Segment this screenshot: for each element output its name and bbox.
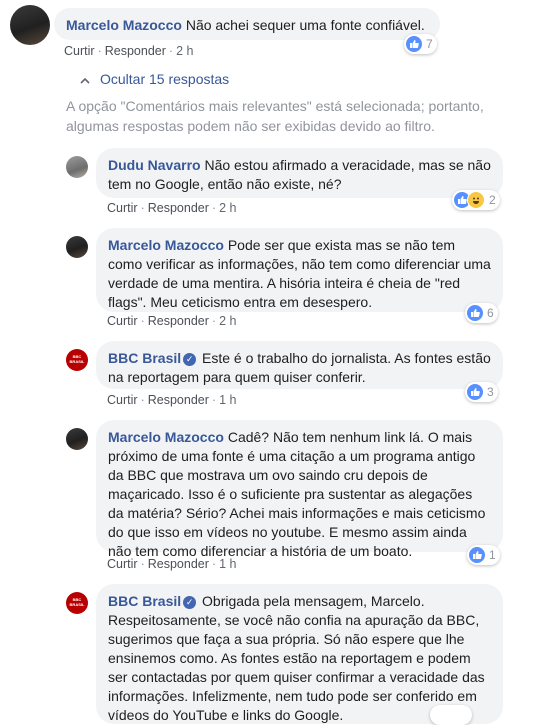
avatar[interactable]: BBC BRASIL xyxy=(66,592,88,614)
verified-badge-icon: ✓ xyxy=(183,596,197,609)
reaction-count[interactable]: 1 xyxy=(467,545,500,565)
reply-bubble: BBC Brasil ✓ Este é o trabalho do jornali… xyxy=(96,341,503,389)
like-link[interactable]: Curtir xyxy=(107,201,138,215)
reply-author[interactable]: BBC Brasil xyxy=(108,593,181,609)
comment-time[interactable]: 2 h xyxy=(176,44,193,58)
like-icon xyxy=(467,305,483,321)
haha-icon xyxy=(467,191,485,209)
reply-actions: Curtir · Responder · 2 h xyxy=(107,314,236,328)
avatar[interactable] xyxy=(66,236,88,258)
avatar[interactable] xyxy=(66,156,88,178)
verified-badge-icon: ✓ xyxy=(183,353,197,366)
reply-bubble: BBC Brasil ✓ Obrigada pela mensagem, Marc… xyxy=(96,584,503,724)
like-link[interactable]: Curtir xyxy=(107,393,138,407)
reply-time[interactable]: 2 h xyxy=(219,314,236,328)
separator: · xyxy=(140,393,145,407)
like-icon xyxy=(467,384,483,400)
separator: · xyxy=(211,201,217,215)
reply-author[interactable]: BBC Brasil xyxy=(108,350,181,366)
reply-text: Cadê? Não tem nenhum link lá. O mais pró… xyxy=(108,429,486,559)
separator: · xyxy=(140,557,145,571)
reply-bubble: Dudu Navarro Não estou afirmado a veraci… xyxy=(96,148,503,198)
reaction-number: 6 xyxy=(487,306,494,320)
reply-bubble: Marcelo Mazocco Cadê? Não tem nenhum lin… xyxy=(96,420,503,559)
reply-link[interactable]: Responder xyxy=(148,314,209,328)
reply-author[interactable]: Marcelo Mazocco xyxy=(108,237,224,253)
reply-author[interactable]: Marcelo Mazocco xyxy=(108,429,224,445)
comment-text: Não achei sequer uma fonte confiável. xyxy=(185,17,425,33)
like-link[interactable]: Curtir xyxy=(107,557,138,571)
separator: · xyxy=(211,557,217,571)
reply-author[interactable]: Dudu Navarro xyxy=(108,157,201,173)
reply-text: Obrigada pela mensagem, Marcelo. Respeit… xyxy=(108,593,485,723)
reaction-number: 7 xyxy=(426,37,433,51)
reaction-count[interactable]: 3 xyxy=(465,382,498,402)
bbc-logo-text: BBC BRASIL xyxy=(69,597,85,607)
reply-link[interactable]: Responder xyxy=(148,201,209,215)
like-link[interactable]: Curtir xyxy=(107,314,138,328)
reaction-number: 3 xyxy=(487,385,494,399)
avatar[interactable] xyxy=(66,428,88,450)
separator: · xyxy=(140,314,145,328)
hide-replies-label: Ocultar 15 respostas xyxy=(100,71,230,87)
reaction-number: 1 xyxy=(489,548,496,562)
reply-link[interactable]: Responder xyxy=(148,393,209,407)
reply-bubble: Marcelo Mazocco Pode ser que exista mas … xyxy=(96,228,503,312)
reply-link[interactable]: Responder xyxy=(105,44,166,58)
reply-time[interactable]: 2 h xyxy=(219,201,236,215)
avatar[interactable]: BBC BRASIL xyxy=(66,349,88,371)
reaction-count[interactable]: 6 xyxy=(465,303,498,323)
separator: · xyxy=(140,201,145,215)
like-icon xyxy=(469,547,485,563)
reply-actions: Curtir · Responder · 2 h xyxy=(107,201,236,215)
comment-bubble: Marcelo Mazocco Não achei sequer uma fon… xyxy=(54,8,440,40)
separator: · xyxy=(211,393,217,407)
reply-actions: Curtir · Responder · 1 h xyxy=(107,393,236,407)
reply-time[interactable]: 1 h xyxy=(219,557,236,571)
comment-author[interactable]: Marcelo Mazocco xyxy=(66,17,182,33)
separator: · xyxy=(97,44,102,58)
reaction-count[interactable]: 2 xyxy=(452,190,500,210)
filter-notice: A opção "Comentários mais relevantes" es… xyxy=(66,98,484,134)
chevron-up-icon xyxy=(80,71,90,87)
reply-actions: Curtir · Responder · 1 h xyxy=(107,557,236,571)
reaction-count[interactable] xyxy=(430,705,472,725)
separator: · xyxy=(168,44,174,58)
like-icon xyxy=(406,36,422,52)
separator: · xyxy=(211,314,217,328)
reply-link[interactable]: Responder xyxy=(148,557,209,571)
hide-replies-link[interactable]: Ocultar 15 respostas xyxy=(80,71,229,87)
comment-actions: Curtir · Responder · 2 h xyxy=(64,44,193,58)
reaction-count[interactable]: 7 xyxy=(404,34,437,54)
reply-time[interactable]: 1 h xyxy=(219,393,236,407)
reaction-number: 2 xyxy=(489,193,496,207)
bbc-logo-text: BBC BRASIL xyxy=(69,354,85,364)
like-link[interactable]: Curtir xyxy=(64,44,95,58)
avatar[interactable] xyxy=(10,5,50,45)
